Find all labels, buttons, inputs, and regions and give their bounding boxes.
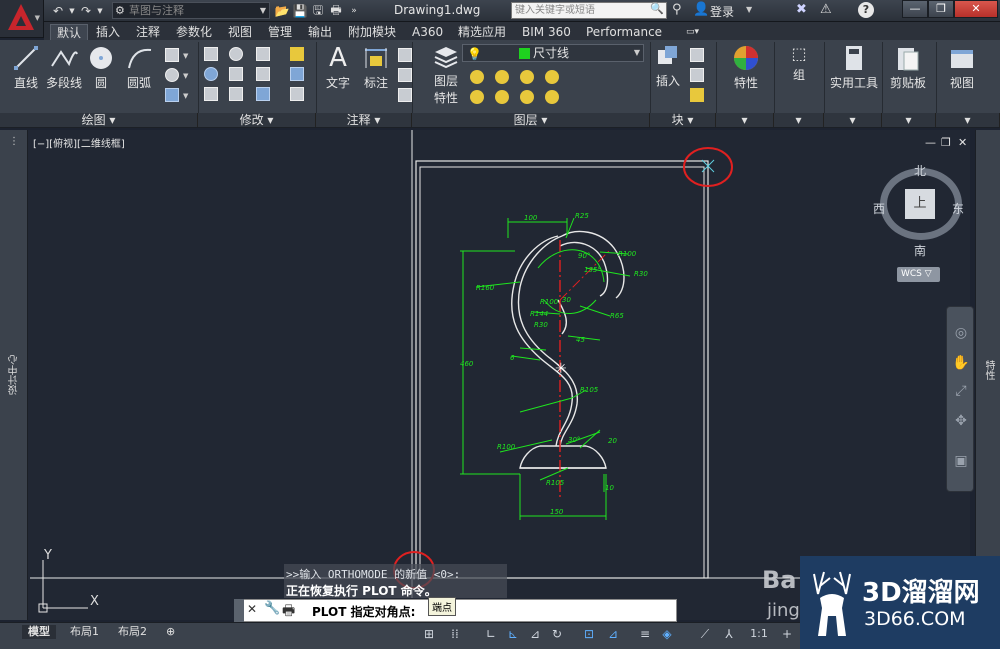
dim-150: 150 [550,508,564,516]
tab-layout2[interactable]: 布局2 [112,625,153,639]
dim-r25: R25 [575,212,589,220]
dim-r100-lower: R100 [497,443,516,451]
dim-r30-right: R30 [634,270,648,278]
command-history-line-2: 正在恢复执行 PLOT 命令。 [286,584,437,598]
dim-100: 100 [524,214,538,222]
dim-r105-lower: R105 [546,479,565,487]
close-icon[interactable]: ✕ [247,602,257,616]
ucs-x-label: X [90,594,99,609]
compass-north[interactable]: 北 [914,162,926,179]
viewcube-top-face[interactable]: 上 [905,189,935,219]
dim-30deg: 30° [568,436,580,444]
site-name: 3D溜溜网 [862,578,980,608]
tab-layout1[interactable]: 布局1 [64,625,105,639]
pan-icon[interactable]: ✋ [952,355,970,373]
compass-east[interactable]: 东 [952,200,964,217]
dim-6: 6 [510,354,515,362]
isodraft-icon[interactable]: ⊿ [526,627,544,643]
ucs-y-label: Y [44,548,52,563]
snap-icon[interactable]: ⁞⁞ [446,627,464,643]
grid-icon[interactable]: ⊞ [420,627,438,643]
dim-r100-top: R100 [618,250,637,258]
baidu-jingyan-watermark: jing [767,600,800,621]
dim-r105-upper: R105 [580,386,599,394]
dim-135deg: 135° [584,266,601,274]
object-snap-tracking-icon[interactable]: ↻ [548,627,566,643]
command-line-grip[interactable] [234,599,244,622]
dim-r30-left: R30 [534,321,548,329]
viewcube[interactable]: 北 南 西 东 上 [873,162,964,282]
dim-r144: R144 [530,310,548,318]
tab-model[interactable]: 模型 [22,625,56,639]
wrench-icon[interactable]: 🔧 [264,601,280,616]
compass-south[interactable]: 南 [914,242,926,259]
3d-object-snap-icon[interactable]: ◈ [658,627,676,643]
annotation-scale-icon[interactable]: ⊿ [604,627,622,643]
add-layout-icon[interactable]: ⊕ [160,625,181,639]
origin-marker: ✳ [555,361,567,377]
osnap-tooltip: 端点 [428,597,456,616]
navigation-bar: ◎ ✋ ⤢ ✥ ▣ [946,306,974,492]
dim-90deg: 90° [578,252,590,260]
steering-wheel-icon[interactable]: ◎ [952,325,970,343]
dim-r65: R65 [610,312,624,320]
object-snap-icon[interactable]: ⊡ [580,627,598,643]
annotation-scale-label[interactable]: 1:1 [744,627,774,643]
lineweight-icon[interactable]: ≡ [636,627,654,643]
part-outline [511,230,625,469]
command-history-line-1: >>输入 ORTHOMODE 的新值 <0>: [286,568,461,581]
printer-icon[interactable]: 🖶 [282,600,295,624]
dim-r160: R160 [476,284,495,292]
workspace-switch-icon[interactable]: ⟋ [696,627,714,643]
wcs-label: WCS [901,269,922,279]
dim-460: 460 [460,360,474,368]
drawing-geometry: ✳ 100 R25 R100 135° 90° R30 R160 R100 30… [30,130,975,613]
dim-45: 45 [576,336,585,344]
command-prompt-text: PLOT 指定对角点: [312,605,416,619]
annotation-visibility-icon[interactable]: ⅄ [720,627,738,643]
wcs-menu-button[interactable]: WCS ▽ [897,267,940,282]
dim-10: 10 [605,484,614,492]
baidu-watermark: Ba [762,566,797,594]
3d66-watermark: 3D溜溜网 3D66.COM [800,556,1000,649]
dim-30: 30 [562,296,571,304]
showmotion-icon[interactable]: ▣ [952,453,970,471]
deer-logo-icon [813,571,851,636]
dim-r100-mid: R100 [540,298,559,306]
add-icon[interactable]: + [778,627,796,643]
polar-icon[interactable]: ⊾ [504,627,522,643]
ucs-icon [38,560,88,613]
zoom-extents-icon[interactable]: ⤢ [952,383,970,401]
ortho-icon[interactable]: ∟ [482,627,500,643]
site-domain: 3D66.COM [864,608,966,630]
dim-20: 20 [608,437,617,445]
orbit-icon[interactable]: ✥ [952,413,970,431]
compass-west[interactable]: 西 [873,200,885,217]
